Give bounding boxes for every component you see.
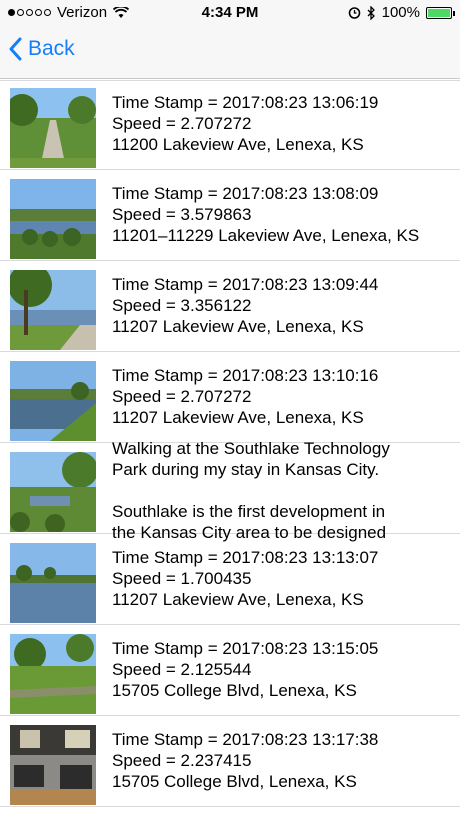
item-details: Time Stamp = 2017:08:23 13:17:38 Speed = … xyxy=(112,729,378,792)
photo-thumbnail[interactable] xyxy=(10,725,96,805)
speed-label: Speed = 3.356122 xyxy=(112,296,252,315)
speed-label: Speed = 3.579863 xyxy=(112,205,252,224)
chevron-left-icon xyxy=(9,37,22,61)
timestamp-label: Time Stamp = 2017:08:23 13:17:38 xyxy=(112,730,379,749)
speed-label: Speed = 2.237415 xyxy=(112,751,252,770)
item-details: Time Stamp = 2017:08:23 13:06:19 Speed = … xyxy=(112,92,378,155)
item-details: Time Stamp = 2017:08:23 13:10:16 Speed = … xyxy=(112,365,378,428)
address-label: 11201–11229 Lakeview Ave, Lenexa, KS xyxy=(112,226,420,245)
speed-label: Speed = 1.700435 xyxy=(112,569,252,588)
timestamp-label: Time Stamp = 2017:08:23 13:09:44 xyxy=(112,275,379,294)
address-label: 11207 Lakeview Ave, Lenexa, KS xyxy=(112,408,364,427)
photo-thumbnail[interactable] xyxy=(10,88,96,168)
description-line: Walking at the Southlake Technology xyxy=(112,439,390,458)
list-item[interactable]: Time Stamp = 2017:08:23 13:10:16 Speed = … xyxy=(0,353,460,443)
item-details: Time Stamp = 2017:08:23 13:15:05 Speed = … xyxy=(112,638,378,701)
speed-label: Speed = 2.125544 xyxy=(112,660,252,679)
address-label: 11207 Lakeview Ave, Lenexa, KS xyxy=(112,590,364,609)
list-item[interactable]: Time Stamp = 2017:08:23 13:08:09 Speed = … xyxy=(0,171,460,261)
status-icons: 100% xyxy=(348,4,455,21)
battery-percent: 100% xyxy=(381,4,420,21)
navigation-bar: Back xyxy=(0,26,460,79)
item-details: Time Stamp = 2017:08:23 13:08:09 Speed = … xyxy=(112,183,419,246)
timestamp-label: Time Stamp = 2017:08:23 13:15:05 xyxy=(112,639,379,658)
item-details: Time Stamp = 2017:08:23 13:09:44 Speed = … xyxy=(112,274,378,337)
list-item[interactable]: Time Stamp = 2017:08:23 13:15:05 Speed = … xyxy=(0,626,460,716)
alarm-clock-icon xyxy=(348,7,360,19)
photo-thumbnail[interactable] xyxy=(10,634,96,714)
timestamp-label: Time Stamp = 2017:08:23 13:13:07 xyxy=(112,548,379,567)
list-item[interactable]: Time Stamp = 2017:08:23 13:09:44 Speed = … xyxy=(0,262,460,352)
photo-thumbnail[interactable] xyxy=(10,179,96,259)
status-bar: Verizon 4:34 PM 100% xyxy=(0,0,460,26)
timestamp-label: Time Stamp = 2017:08:23 13:10:16 xyxy=(112,366,379,385)
list-item[interactable]: Time Stamp = 2017:08:23 13:13:07 Speed = … xyxy=(0,535,460,625)
battery-icon xyxy=(426,6,455,19)
back-button[interactable]: Back xyxy=(8,37,75,61)
description-line: Park during my stay in Kansas City. xyxy=(112,460,380,479)
list-item[interactable]: Time Stamp = 2017:08:23 13:06:19 Speed = … xyxy=(0,80,460,170)
speed-label: Speed = 2.707272 xyxy=(112,387,252,406)
timestamp-label: Time Stamp = 2017:08:23 13:08:09 xyxy=(112,184,379,203)
list-item[interactable]: Time Stamp = 2017:08:23 13:17:38 Speed = … xyxy=(0,717,460,807)
photo-thumbnail[interactable] xyxy=(10,452,96,532)
address-label: 11207 Lakeview Ave, Lenexa, KS xyxy=(112,317,364,336)
photo-thumbnail[interactable] xyxy=(10,543,96,623)
address-label: 15705 College Blvd, Lenexa, KS xyxy=(112,772,357,791)
speed-label: Speed = 2.707272 xyxy=(112,114,252,133)
address-label: 11200 Lakeview Ave, Lenexa, KS xyxy=(112,135,364,154)
bluetooth-icon xyxy=(367,5,375,20)
photo-list[interactable]: Time Stamp = 2017:08:23 13:06:19 Speed = … xyxy=(0,79,460,818)
photo-thumbnail[interactable] xyxy=(10,270,96,350)
description-line xyxy=(112,480,390,501)
photo-thumbnail[interactable] xyxy=(10,361,96,441)
item-details: Walking at the Southlake Technology Park … xyxy=(112,438,390,543)
item-details: Time Stamp = 2017:08:23 13:13:07 Speed = … xyxy=(112,547,378,610)
address-label: 15705 College Blvd, Lenexa, KS xyxy=(112,681,357,700)
back-label: Back xyxy=(28,37,75,60)
timestamp-label: Time Stamp = 2017:08:23 13:06:19 xyxy=(112,93,379,112)
list-item[interactable]: Walking at the Southlake Technology Park … xyxy=(0,439,460,542)
description-line: Southlake is the first development in xyxy=(112,502,386,521)
